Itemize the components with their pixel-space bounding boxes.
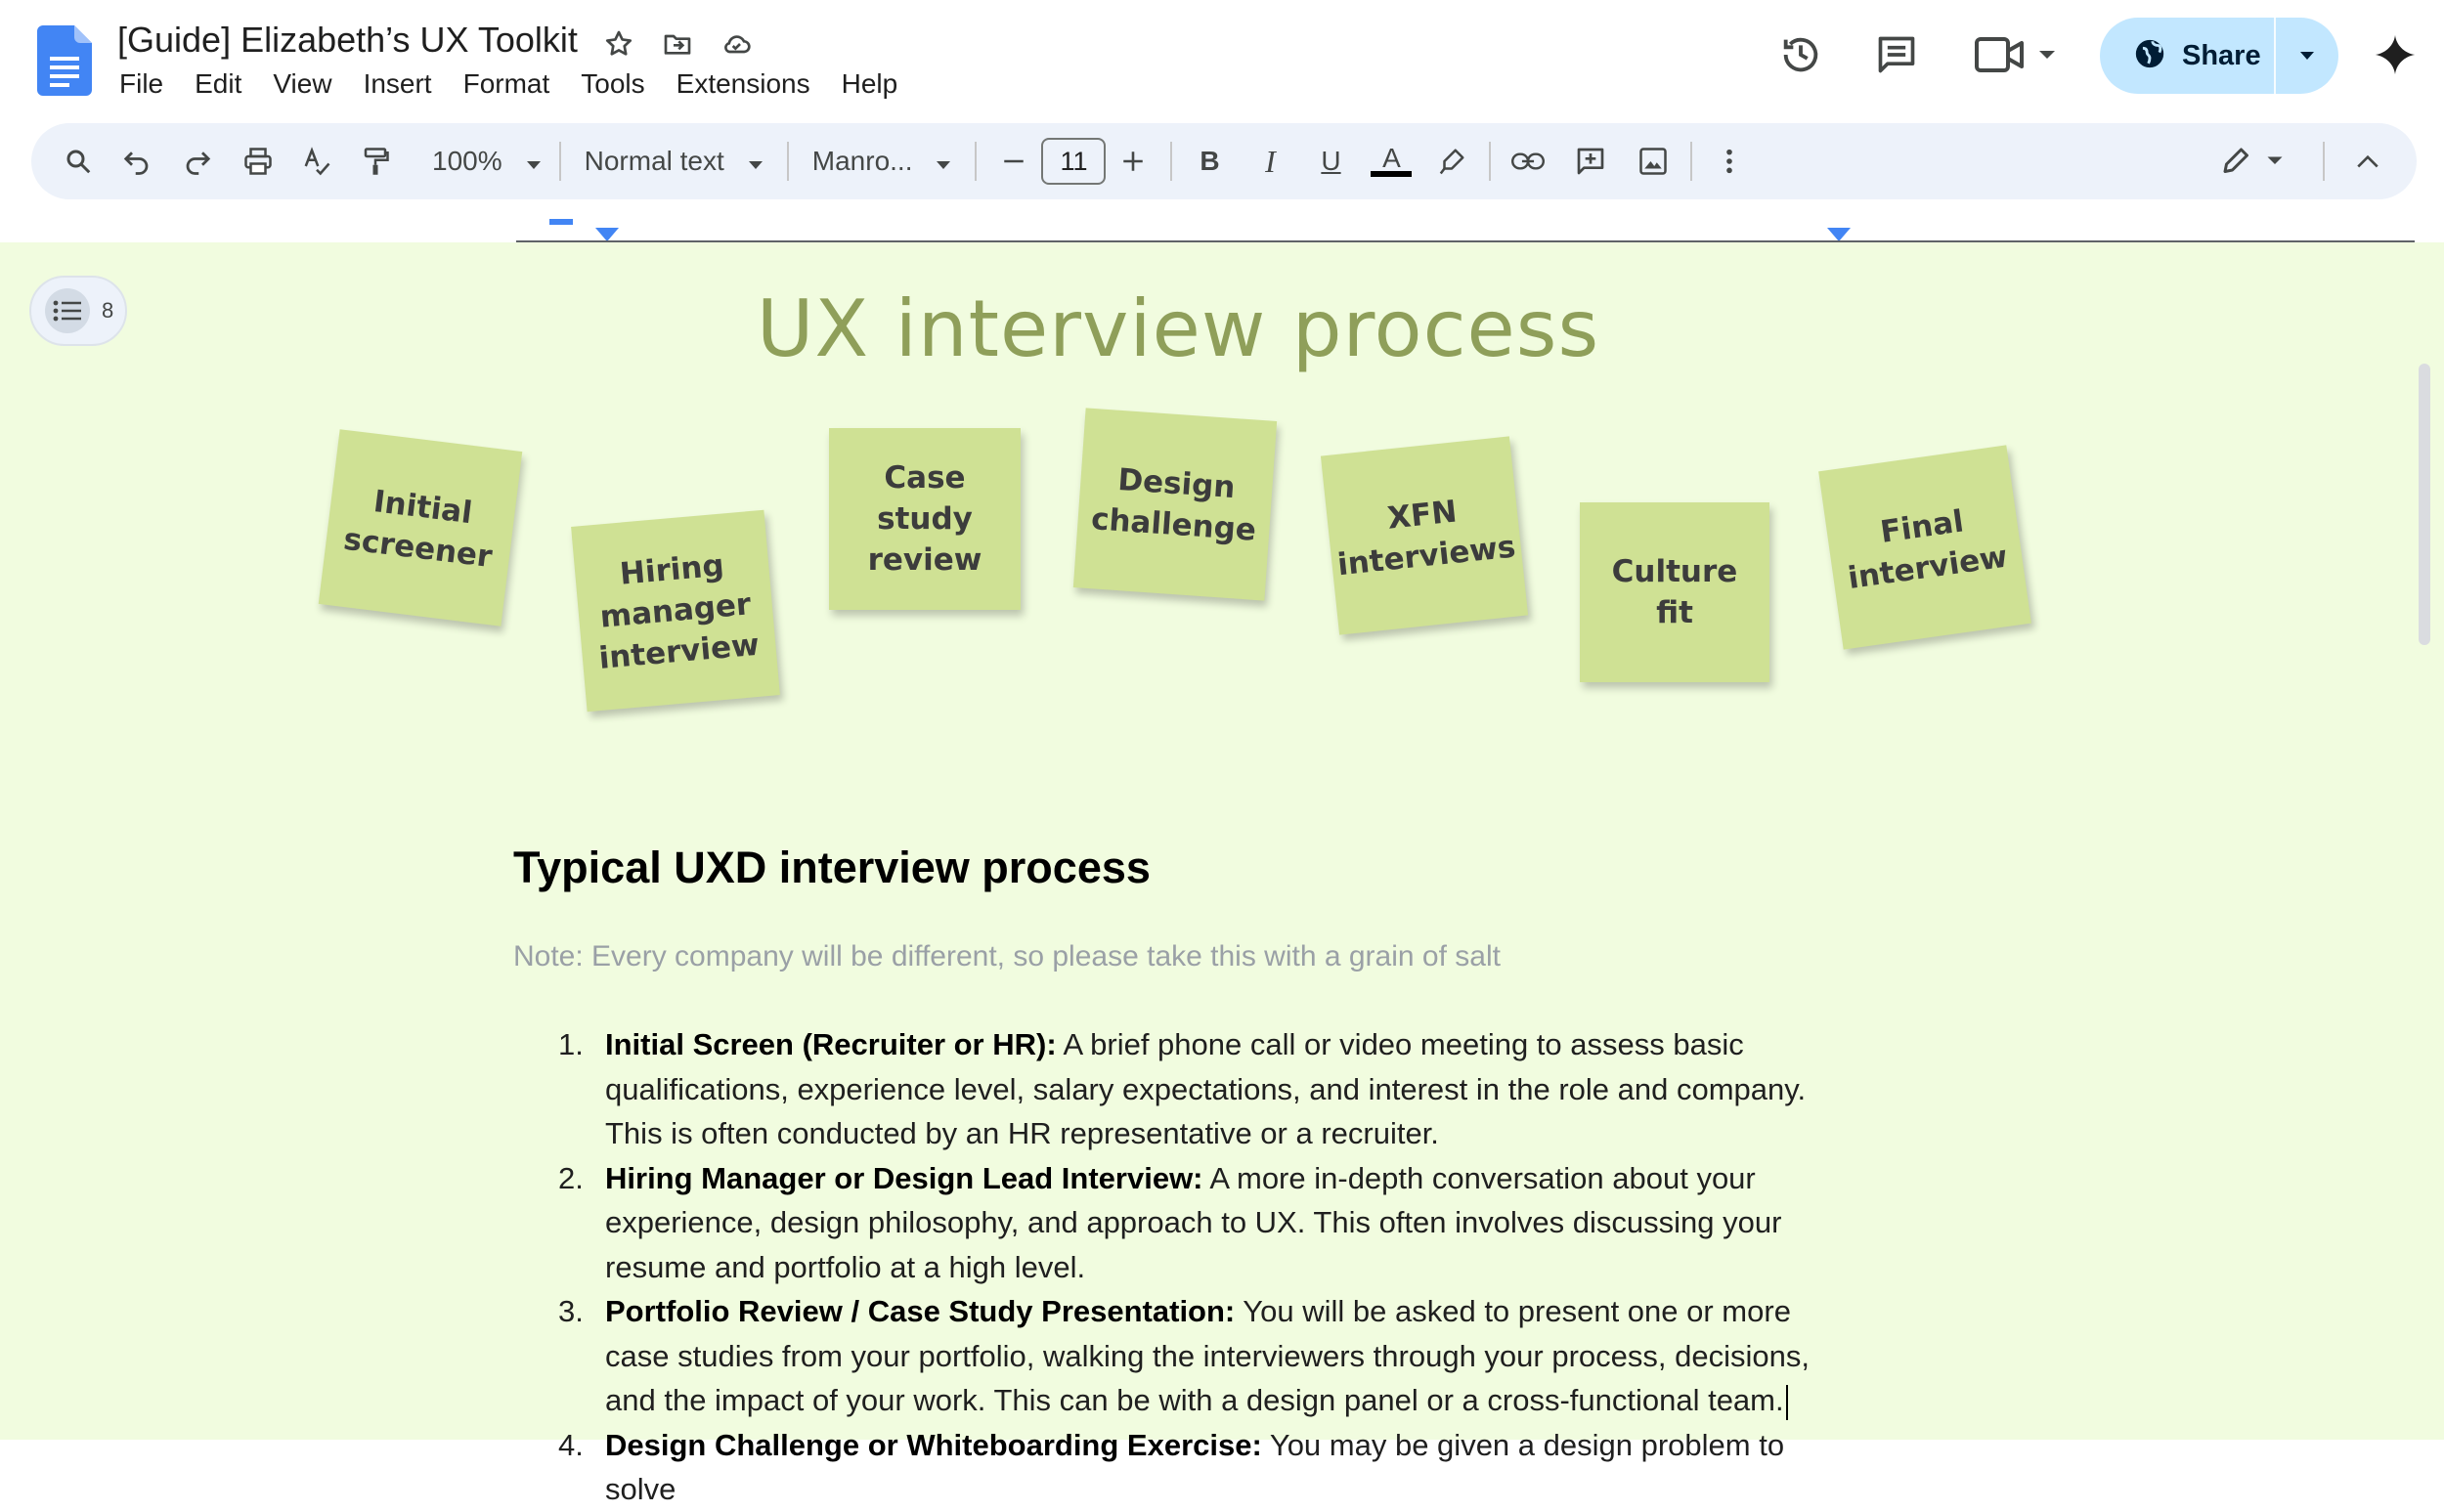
insert-link-icon[interactable] bbox=[1501, 134, 1555, 189]
italic-button[interactable]: I bbox=[1243, 134, 1297, 189]
sticky-note-design-challenge: Design challenge bbox=[1072, 408, 1278, 601]
collapse-menus-icon[interactable] bbox=[2340, 134, 2395, 189]
outline-count: 8 bbox=[102, 298, 114, 323]
sticky-note-xfn-interviews: XFN interviews bbox=[1320, 436, 1529, 635]
app-header: [Guide] Elizabeth’s UX Toolkit File Edit… bbox=[0, 0, 2444, 121]
font-value: Manro... bbox=[811, 146, 913, 176]
bold-button[interactable]: B bbox=[1182, 134, 1237, 189]
list-item: 3. Portfolio Review / Case Study Presenta… bbox=[513, 1289, 1862, 1423]
print-icon[interactable] bbox=[231, 134, 285, 189]
horizontal-ruler bbox=[0, 199, 2444, 242]
text-color-button[interactable]: A bbox=[1364, 134, 1418, 189]
chevron-down-icon bbox=[748, 146, 764, 177]
paint-format-icon[interactable] bbox=[348, 134, 403, 189]
note-text: Note: Every company will be different, s… bbox=[513, 940, 1501, 972]
cloud-saved-icon[interactable] bbox=[716, 23, 757, 65]
zoom-value: 100% bbox=[432, 146, 502, 176]
vertical-scrollbar[interactable] bbox=[2419, 364, 2430, 645]
editing-mode-icon[interactable] bbox=[2205, 134, 2303, 189]
menu-extensions[interactable]: Extensions bbox=[661, 65, 826, 104]
increase-font-size-icon[interactable] bbox=[1106, 134, 1160, 189]
process-title-image-text: UX interview process bbox=[756, 283, 1600, 374]
sticky-note-final-interview: Final interview bbox=[1818, 445, 2031, 650]
text-color-swatch bbox=[1371, 171, 1413, 177]
highlight-color-icon[interactable] bbox=[1424, 134, 1479, 189]
chevron-down-icon bbox=[936, 146, 951, 177]
menu-file[interactable]: File bbox=[104, 65, 179, 104]
share-dropdown-icon[interactable] bbox=[2276, 18, 2338, 94]
interview-steps-list: 1. Initial Screen (Recruiter or HR): A br… bbox=[513, 1022, 1862, 1512]
search-menus-icon[interactable] bbox=[51, 134, 106, 189]
add-comment-icon[interactable] bbox=[1563, 134, 1618, 189]
paragraph-style-select[interactable]: Normal text bbox=[577, 146, 771, 177]
sticky-note-hiring-manager: Hiring manager interview bbox=[571, 509, 780, 713]
text-cursor bbox=[1785, 1384, 1788, 1420]
list-item: 4. Design Challenge or Whiteboarding Exer… bbox=[558, 1427, 1785, 1507]
spellcheck-icon[interactable] bbox=[289, 134, 344, 189]
sticky-note-culture-fit: Culture fit bbox=[1580, 502, 1769, 682]
docs-logo-icon[interactable] bbox=[37, 25, 92, 96]
gemini-icon[interactable] bbox=[2366, 25, 2424, 84]
section-heading: Typical UXD interview process bbox=[513, 842, 1151, 892]
share-button[interactable]: Share bbox=[2100, 18, 2338, 94]
redo-icon[interactable] bbox=[170, 134, 225, 189]
font-select[interactable]: Manro... bbox=[805, 146, 960, 177]
sticky-note-initial-screener: Initial screener bbox=[318, 429, 523, 626]
underline-button[interactable]: U bbox=[1303, 134, 1358, 189]
formatting-toolbar: 100% Normal text Manro... 11 B I U A bbox=[31, 123, 2417, 199]
menu-bar: File Edit View Insert Format Tools Exten… bbox=[104, 65, 913, 104]
version-history-icon[interactable] bbox=[1771, 25, 1830, 84]
outline-list-icon bbox=[45, 288, 90, 333]
comments-icon[interactable] bbox=[1867, 25, 1926, 84]
font-size-input[interactable]: 11 bbox=[1041, 138, 1107, 185]
document-outline-button[interactable]: 8 bbox=[29, 276, 127, 346]
menu-format[interactable]: Format bbox=[448, 65, 566, 104]
first-line-indent-marker[interactable] bbox=[549, 219, 573, 225]
decrease-font-size-icon[interactable] bbox=[986, 134, 1041, 189]
chevron-down-icon bbox=[526, 146, 542, 177]
globe-icon bbox=[2133, 37, 2166, 75]
share-label: Share bbox=[2182, 39, 2261, 71]
menu-edit[interactable]: Edit bbox=[179, 65, 257, 104]
move-folder-icon[interactable] bbox=[657, 23, 698, 65]
sticky-note-case-study: Case study review bbox=[829, 428, 1021, 610]
list-item: 2. Hiring Manager or Design Lead Intervie… bbox=[558, 1160, 1782, 1284]
list-item: 1. Initial Screen (Recruiter or HR): A br… bbox=[558, 1027, 1807, 1150]
zoom-select[interactable]: 100% bbox=[424, 146, 549, 177]
insert-image-icon[interactable] bbox=[1626, 134, 1680, 189]
style-value: Normal text bbox=[584, 146, 724, 176]
menu-insert[interactable]: Insert bbox=[348, 65, 448, 104]
undo-icon[interactable] bbox=[109, 134, 164, 189]
more-options-icon[interactable] bbox=[1702, 134, 1757, 189]
meet-icon[interactable] bbox=[1971, 25, 2069, 84]
menu-tools[interactable]: Tools bbox=[565, 65, 660, 104]
menu-view[interactable]: View bbox=[257, 65, 347, 104]
menu-help[interactable]: Help bbox=[826, 65, 914, 104]
document-title[interactable]: [Guide] Elizabeth’s UX Toolkit bbox=[117, 20, 578, 61]
star-icon[interactable] bbox=[598, 23, 639, 65]
text-color-label: A bbox=[1382, 143, 1401, 173]
